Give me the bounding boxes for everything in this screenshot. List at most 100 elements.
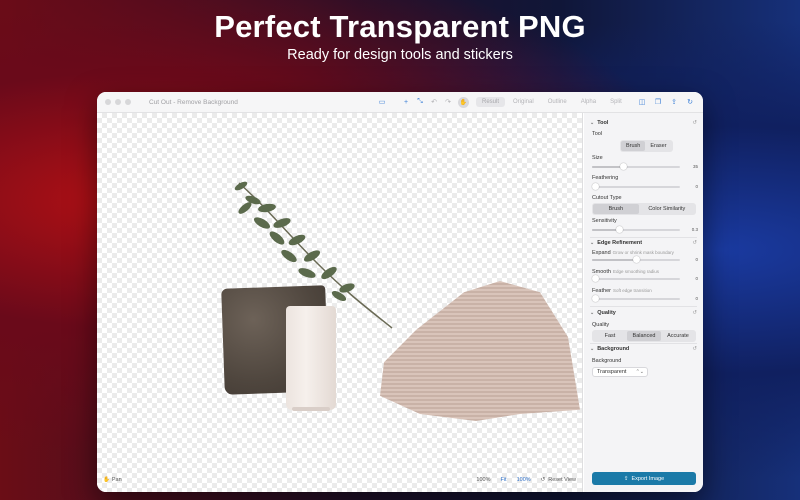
zoom-window-button[interactable]	[125, 99, 131, 105]
divider	[590, 237, 697, 238]
canvas-footer: ✋ Pan 100% Fit 100% ↺ Reset View	[103, 473, 576, 487]
view-mode-original[interactable]: Original	[507, 97, 540, 107]
quality-label: Quality	[592, 322, 610, 328]
smooth-row-label: Smooth Edge smoothing radius	[592, 269, 659, 275]
sensitivity-value: 0.3	[691, 227, 698, 232]
chevron-down-icon: ⌄	[590, 346, 595, 352]
tool-section-header[interactable]: ⌄ Tool ↺	[590, 120, 697, 126]
quality-option-accurate[interactable]: Accurate	[661, 331, 695, 341]
cutout-type-picker: Brush Color Similarity	[592, 203, 696, 215]
size-value: 35	[692, 164, 698, 169]
feathering-label: Feathering	[592, 175, 619, 181]
hand-icon: ✋	[103, 477, 110, 483]
towel-image	[380, 281, 580, 421]
edge-section-title: Edge Refinement	[597, 240, 643, 246]
zoom-level: 100%	[476, 477, 491, 483]
chevron-updown-icon: ⌃⌄	[635, 369, 644, 375]
tool-option-eraser[interactable]: Eraser	[645, 141, 671, 151]
zoom-in-icon[interactable]: +	[399, 99, 413, 106]
zoom-100-button[interactable]: 100%	[517, 477, 531, 483]
export-label: Export Image	[631, 475, 665, 482]
quality-section-title: Quality	[597, 310, 616, 316]
divider	[590, 343, 697, 344]
reset-icon: ↺	[540, 477, 546, 483]
pan-button[interactable]: ✋ Pan	[103, 477, 122, 483]
close-window-button[interactable]	[105, 99, 111, 105]
chevron-down-icon: ⌄	[590, 240, 595, 246]
cutout-option-brush[interactable]: Brush	[593, 204, 639, 214]
view-mode-split[interactable]: Split	[604, 97, 628, 107]
cutout-option-color-similarity[interactable]: Color Similarity	[639, 204, 695, 214]
minimize-window-button[interactable]	[115, 99, 121, 105]
background-reset-icon[interactable]: ↺	[692, 346, 697, 352]
tube-cap-image	[292, 407, 330, 411]
divider	[590, 306, 697, 307]
settings-panel: ⌄ Tool ↺ Tool Brush Eraser Size 35 Feath…	[584, 113, 703, 492]
crop-icon[interactable]: ⤡	[413, 98, 427, 106]
quality-picker: Fast Balanced Accurate	[592, 330, 696, 342]
edge-section-header[interactable]: ⌄ Edge Refinement ↺	[590, 240, 697, 246]
background-section-title: Background	[597, 346, 630, 352]
image-canvas[interactable]: ✋ Pan 100% Fit 100% ↺ Reset View	[97, 113, 583, 492]
tool-option-brush[interactable]: Brush	[621, 141, 646, 151]
smooth-value: 0	[695, 276, 698, 281]
feather-value: 0	[695, 296, 698, 301]
view-mode-segmented: Result Original Outline Alpha Split	[476, 97, 628, 107]
expand-row-label: Expand Grow or shrink mask boundary	[592, 250, 674, 256]
redo-icon[interactable]: ↷	[441, 98, 455, 106]
window-title: Cut Out - Remove Background	[149, 98, 238, 106]
titlebar: Cut Out - Remove Background ▭ + ⤡ ↶ ↷ ✋ …	[97, 92, 703, 113]
tool-reset-icon[interactable]: ↺	[692, 120, 697, 126]
background-label: Background	[592, 358, 622, 364]
view-mode-alpha[interactable]: Alpha	[575, 97, 602, 107]
background-select[interactable]: Transparent ⌃⌄	[592, 367, 648, 377]
pan-label: Pan	[111, 477, 122, 483]
feathering-slider[interactable]	[592, 183, 680, 190]
compare-icon[interactable]: ▭	[375, 98, 389, 106]
feathering-value: 0	[695, 184, 698, 189]
reset-view-button[interactable]: ↺ Reset View	[541, 477, 576, 483]
window-controls	[105, 99, 131, 105]
feather-label: Feather	[592, 288, 611, 294]
share-icon[interactable]: ⇪	[667, 98, 681, 106]
feather-hint: Soft edge transition	[612, 288, 652, 293]
undo-icon[interactable]: ↶	[427, 98, 441, 106]
export-image-button[interactable]: ⇪ Export Image	[592, 472, 696, 485]
view-mode-outline[interactable]: Outline	[542, 97, 573, 107]
size-slider[interactable]	[592, 163, 680, 170]
tool-label: Tool	[592, 131, 603, 137]
sensitivity-slider[interactable]	[592, 226, 680, 233]
tool-picker: Brush Eraser	[620, 140, 673, 152]
quality-reset-icon[interactable]: ↺	[692, 310, 697, 316]
expand-value: 0	[695, 257, 698, 262]
quality-option-fast[interactable]: Fast	[593, 331, 627, 341]
background-select-value: Transparent	[597, 369, 627, 375]
smooth-slider[interactable]	[592, 275, 680, 282]
view-mode-result[interactable]: Result	[476, 97, 506, 107]
hand-tool-icon[interactable]: ✋	[458, 96, 469, 108]
quality-section-header[interactable]: ⌄ Quality ↺	[590, 310, 697, 316]
fit-button[interactable]: Fit	[500, 477, 506, 483]
tool-section-title: Tool	[597, 120, 609, 126]
export-icon: ⇪	[623, 475, 629, 482]
hero-subtitle: Ready for design tools and stickers	[287, 47, 513, 63]
cutout-type-label: Cutout Type	[592, 195, 622, 201]
expand-label: Expand	[592, 250, 611, 256]
reset-view-label: Reset View	[548, 477, 576, 483]
background-section-header[interactable]: ⌄ Background ↺	[590, 346, 697, 352]
chevron-down-icon: ⌄	[590, 310, 595, 316]
sidebar-toggle-icon[interactable]: ◫	[635, 98, 649, 106]
sensitivity-label: Sensitivity	[592, 218, 617, 224]
expand-hint: Grow or shrink mask boundary	[612, 250, 674, 255]
size-label: Size	[592, 155, 603, 161]
copy-icon[interactable]: ❐	[651, 98, 665, 106]
chevron-down-icon: ⌄	[590, 120, 595, 126]
feather-slider[interactable]	[592, 295, 680, 302]
quality-option-balanced[interactable]: Balanced	[627, 331, 661, 341]
hero-title: Perfect Transparent PNG	[214, 9, 586, 44]
app-window: Cut Out - Remove Background ▭ + ⤡ ↶ ↷ ✋ …	[97, 92, 703, 492]
cosmetic-tube-image	[286, 306, 336, 410]
expand-slider[interactable]	[592, 256, 680, 263]
refresh-icon[interactable]: ↻	[683, 98, 697, 106]
edge-reset-icon[interactable]: ↺	[692, 240, 697, 246]
